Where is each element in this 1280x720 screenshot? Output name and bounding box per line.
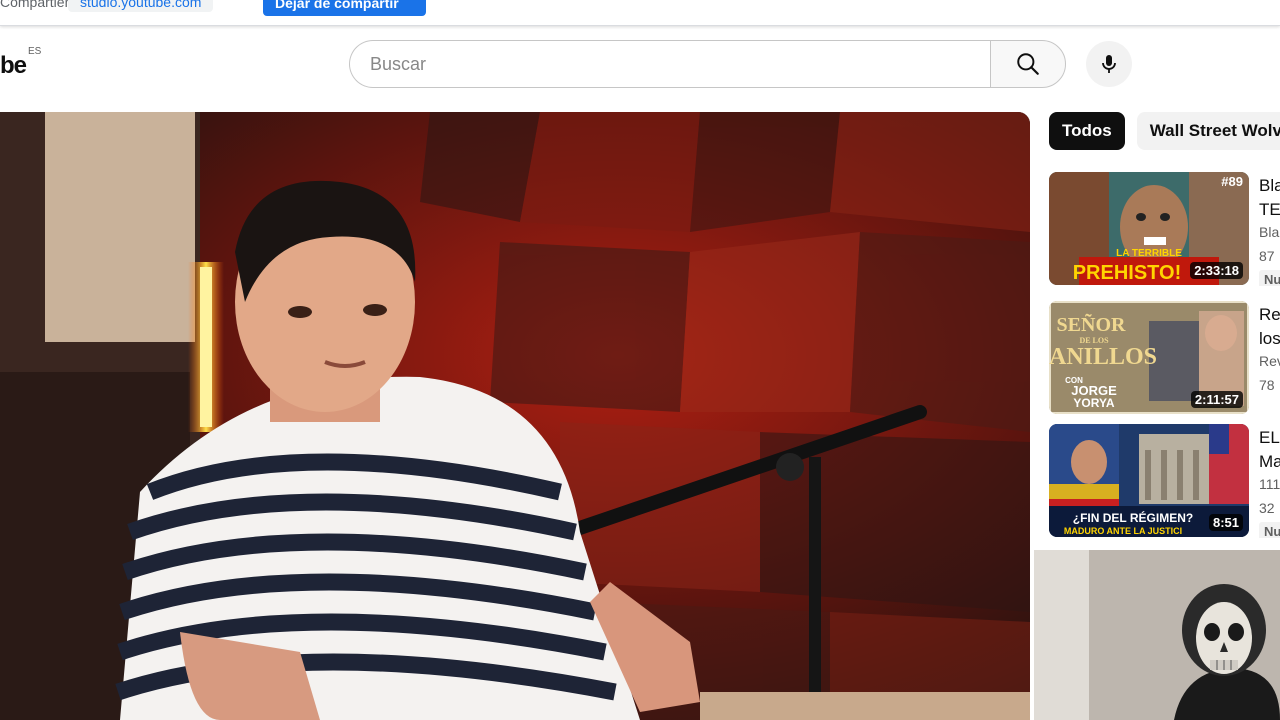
video-thumbnail[interactable]: SEÑOR DE LOS ANILLOS CON JORGE YORYA 2:1…	[1049, 301, 1249, 414]
voice-search-button[interactable]	[1086, 41, 1132, 87]
svg-text:MADURO ANTE LA JUSTICI: MADURO ANTE LA JUSTICI	[1064, 526, 1182, 536]
video-title[interactable]: Re los	[1259, 303, 1280, 351]
search-button[interactable]	[990, 40, 1066, 88]
chip-wall-street-wolverine[interactable]: Wall Street Wolverine	[1136, 112, 1280, 150]
channel-name[interactable]: 111	[1259, 476, 1280, 492]
view-count: 32	[1259, 500, 1275, 516]
filter-chips: Todos Wall Street Wolverine	[1049, 112, 1280, 150]
video-thumbnail[interactable]: LA TERRIBLE PREHISTO! #89 2:33:18	[1049, 172, 1249, 285]
new-badge: Nu	[1259, 270, 1280, 286]
video-duration: 2:33:18	[1190, 262, 1243, 279]
svg-text:¿FIN DEL RÉGIMEN?: ¿FIN DEL RÉGIMEN?	[1073, 510, 1193, 525]
svg-text:ANILLOS: ANILLOS	[1049, 344, 1157, 370]
shared-url-chip: studio.youtube.com	[68, 0, 214, 12]
country-code: ES	[28, 46, 42, 57]
svg-text:YORYA: YORYA	[1073, 396, 1114, 410]
recommendation-item[interactable]: LA TERRIBLE PREHISTO! #89 2:33:18 Bla TE …	[1049, 172, 1280, 286]
channel-name[interactable]: Rev	[1259, 353, 1280, 369]
video-player[interactable]	[0, 112, 1030, 720]
channel-name[interactable]: Bla	[1259, 224, 1280, 240]
video-duration: 2:11:57	[1190, 391, 1243, 408]
webcam-overlay	[1034, 550, 1280, 720]
view-count: 87	[1259, 248, 1275, 264]
svg-text:LA TERRIBLE: LA TERRIBLE	[1116, 248, 1182, 259]
recommendation-item[interactable]: ¿FIN DEL RÉGIMEN? MADURO ANTE LA JUSTICI…	[1049, 424, 1280, 538]
chip-todos[interactable]: Todos	[1049, 112, 1125, 150]
video-thumbnail[interactable]: ¿FIN DEL RÉGIMEN? MADURO ANTE LA JUSTICI…	[1049, 424, 1249, 537]
youtube-logo[interactable]: be	[0, 52, 27, 80]
thumb-tag: #89	[1221, 174, 1243, 189]
svg-text:PREHISTO!: PREHISTO!	[1073, 262, 1182, 284]
recommendation-item[interactable]: SEÑOR DE LOS ANILLOS CON JORGE YORYA 2:1…	[1049, 301, 1280, 415]
search-input[interactable]	[370, 41, 970, 87]
svg-text:SEÑOR: SEÑOR	[1057, 313, 1126, 336]
screen-share-bar: Compartiendo ventana con studio.youtube.…	[0, 0, 1280, 26]
video-frame	[0, 112, 1030, 720]
video-duration: 8:51	[1208, 514, 1243, 531]
search-icon	[1017, 53, 1039, 75]
microphone-icon	[1102, 55, 1116, 73]
video-title[interactable]: EL Ma	[1259, 426, 1280, 474]
video-title[interactable]: Bla TE	[1259, 174, 1280, 222]
stop-sharing-button[interactable]: Dejar de compartir	[263, 0, 426, 16]
search-box	[349, 40, 991, 88]
view-count: 78	[1259, 377, 1275, 393]
webcam-feed	[1034, 550, 1280, 720]
new-badge: Nu	[1259, 522, 1280, 538]
